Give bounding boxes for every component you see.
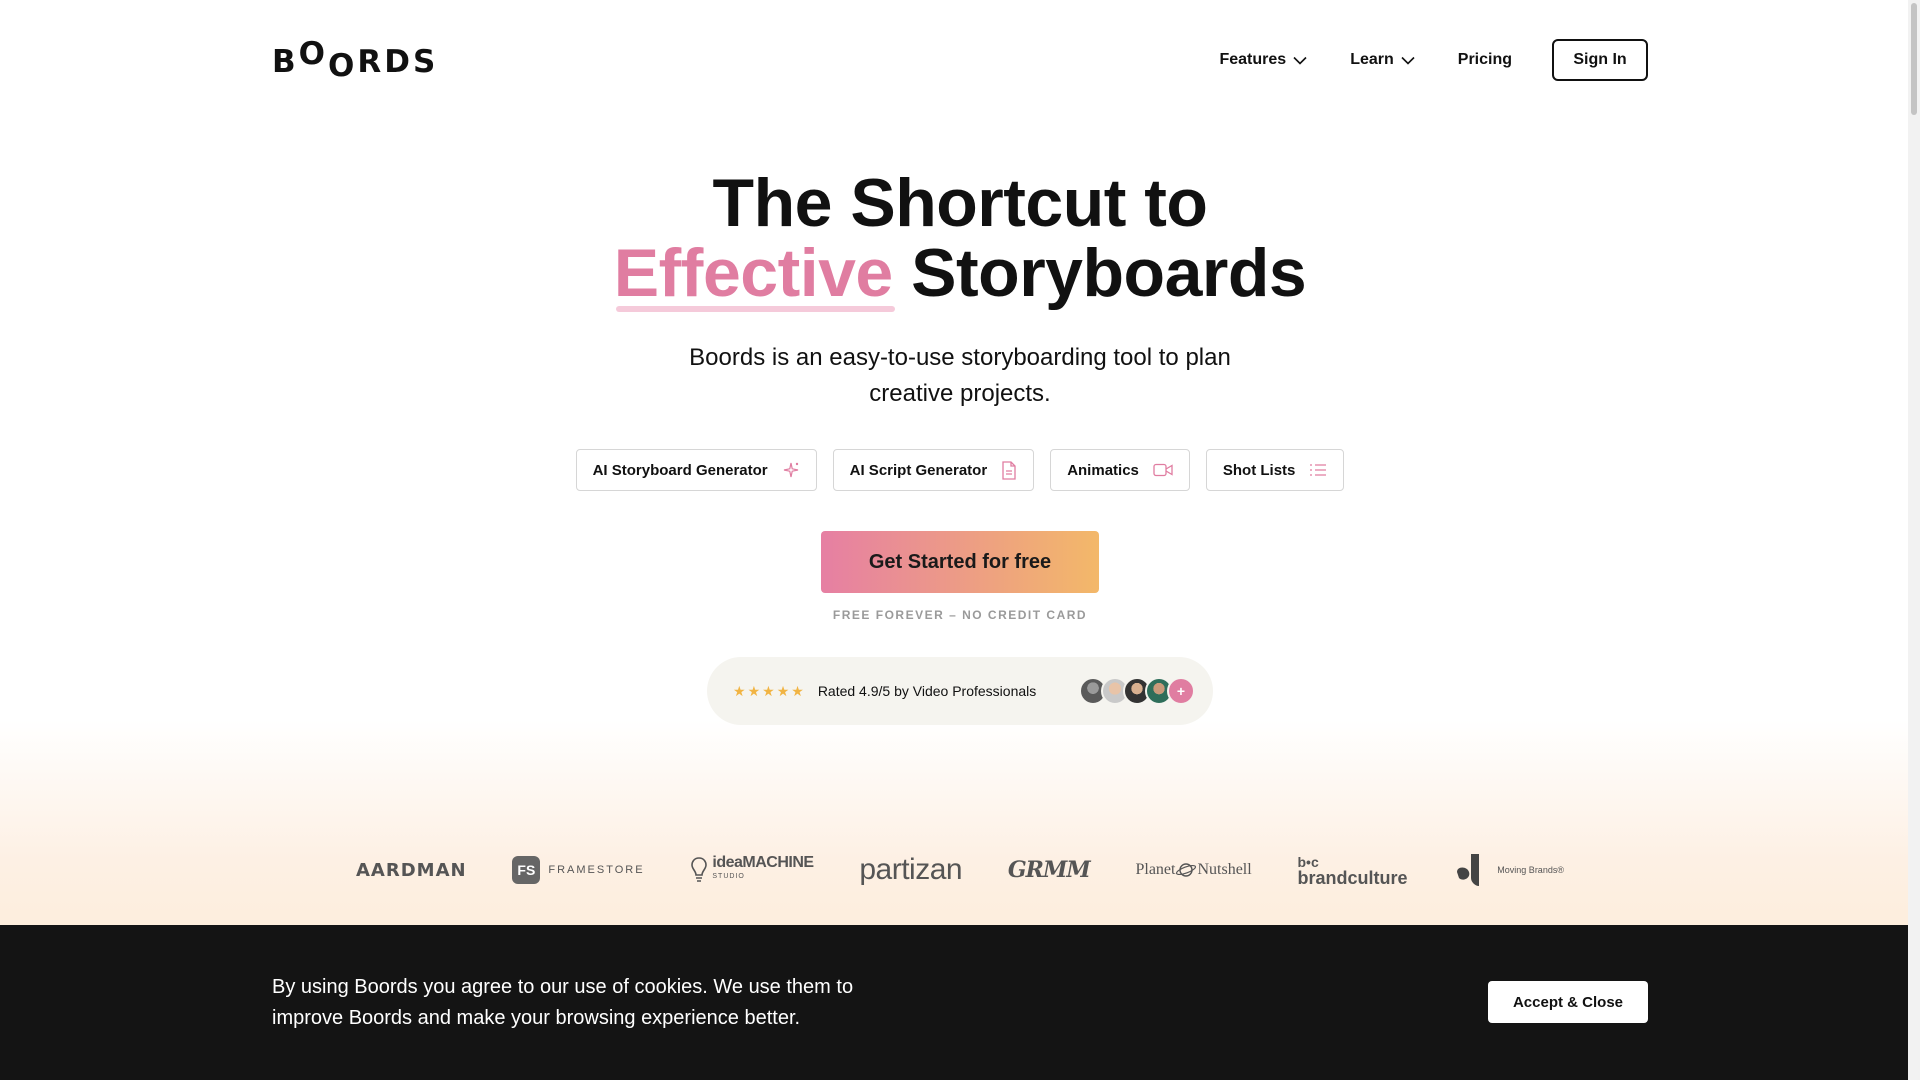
logo-letter: O	[298, 36, 328, 72]
page: BOORDS Features Learn Pricing Sign In Th…	[0, 0, 1920, 1080]
logo-letter: B	[272, 44, 299, 80]
hero-title-accent: Effective	[613, 235, 895, 312]
rating-stars: ★ ★ ★ ★ ★	[733, 683, 804, 700]
rating-text: Rated 4.9/5 by Video Professionals	[817, 683, 1037, 699]
chip-label: AI Storyboard Generator	[592, 461, 768, 479]
moving-brands-wordmark: Moving Brands®	[1497, 865, 1564, 875]
sign-in-button[interactable]: Sign In	[1552, 39, 1648, 81]
hero-title: The Shortcut to Effective Storyboards	[0, 165, 1920, 312]
avatar-group: +	[1079, 677, 1195, 705]
nav-learn-label: Learn	[1350, 51, 1394, 68]
planet-icon	[1176, 863, 1197, 877]
aardman-logo: AARDMAN	[356, 860, 467, 881]
ideamachine-sub: STUDIO	[712, 873, 745, 880]
planet-nutshell-logo: Planet Nutshell	[1135, 861, 1251, 879]
nav-pricing-label: Pricing	[1457, 51, 1512, 68]
boords-logo[interactable]: BOORDS	[272, 36, 439, 84]
nav-features-label: Features	[1219, 51, 1287, 68]
chip-shot-lists[interactable]: Shot Lists	[1205, 449, 1345, 491]
chip-label: AI Script Generator	[849, 461, 988, 479]
partizan-logo: partizan	[859, 853, 962, 887]
chevron-down-icon	[1293, 56, 1307, 65]
star-icon: ★	[733, 682, 746, 699]
video-camera-icon	[1153, 463, 1173, 477]
grimm-logo: GRMM	[1007, 857, 1091, 883]
hero-subtitle: Boords is an easy-to-use storyboarding t…	[689, 344, 1231, 407]
scrollbar[interactable]	[1908, 0, 1920, 1080]
nav-learn[interactable]: Learn	[1350, 51, 1415, 69]
sparkle-icon	[783, 462, 798, 478]
feature-chips: AI Storyboard Generator AI Script Genera…	[0, 449, 1920, 491]
chip-ai-script-generator[interactable]: AI Script Generator	[832, 449, 1035, 491]
nutshell-wordmark: Nutshell	[1197, 861, 1252, 878]
cookie-banner: By using Boords you agree to our use of …	[0, 925, 1920, 1080]
framestore-mark: FS	[512, 856, 541, 884]
chevron-down-icon	[1401, 56, 1415, 65]
document-icon	[1002, 460, 1016, 480]
star-icon: ★	[747, 682, 761, 699]
logo-letter: R	[357, 44, 385, 80]
list-icon	[1310, 464, 1327, 476]
rating-pill: ★ ★ ★ ★ ★ Rated 4.9/5 by Video Professionals…	[707, 657, 1213, 725]
chip-ai-storyboard-generator[interactable]: AI Storyboard Generator	[575, 449, 817, 491]
brandculture-text: b•c brandculture	[1297, 854, 1408, 888]
framestore-logo: FS FRAMESTORE	[512, 856, 644, 884]
cta-note: FREE FOREVER – NO CREDIT CARD	[832, 608, 1088, 622]
framestore-wordmark: FRAMESTORE	[548, 864, 645, 876]
more-avatars-badge: +	[1167, 677, 1195, 705]
brandculture-wordmark: brandculture	[1297, 868, 1408, 888]
moving-brands-logo: Moving Brands®	[1453, 852, 1564, 888]
partizan-wordmark: partizan	[859, 853, 963, 886]
scrollbar-thumb[interactable]	[1911, 3, 1917, 115]
accept-close-button[interactable]: Accept & Close	[1488, 981, 1648, 1023]
site-header: BOORDS Features Learn Pricing Sign In	[272, 36, 1648, 84]
nav-pricing[interactable]: Pricing	[1458, 51, 1512, 69]
nav-features[interactable]: Features	[1219, 51, 1307, 69]
cookie-text: By using Boords you agree to our use of …	[272, 976, 854, 1029]
ideamachine-wordmark: ideaMACHINE	[712, 854, 814, 871]
brandculture-logo: b•c brandculture	[1297, 854, 1408, 888]
star-icon: ★	[791, 682, 804, 699]
logo-letter: D	[384, 44, 413, 80]
main-nav: Features Learn Pricing Sign In	[1176, 39, 1648, 81]
chip-label: Animatics	[1067, 461, 1139, 479]
aardman-wordmark: AARDMAN	[356, 859, 467, 881]
get-started-button[interactable]: Get Started for free	[821, 531, 1099, 593]
lightbulb-icon	[691, 857, 708, 882]
planet-wordmark: Planet	[1135, 861, 1176, 878]
grimm-wordmark: GRMM	[1007, 857, 1091, 883]
chip-animatics[interactable]: Animatics	[1050, 449, 1190, 491]
logo-letter: S	[412, 44, 439, 80]
client-logos: AARDMAN FS FRAMESTORE ideaMACHINE STUDIO…	[356, 848, 1564, 892]
ideamachine-text: ideaMACHINE STUDIO	[712, 854, 814, 884]
star-icon: ★	[776, 682, 790, 699]
ideamachine-logo: ideaMACHINE STUDIO	[690, 854, 814, 884]
moving-brands-mark-icon	[1457, 854, 1480, 886]
chip-label: Shot Lists	[1222, 461, 1296, 479]
hero-title-line2: Storyboards	[911, 235, 1307, 311]
logo-letter: O	[328, 48, 358, 84]
star-icon: ★	[762, 682, 775, 699]
hero-title-line1: The Shortcut to	[712, 165, 1208, 241]
